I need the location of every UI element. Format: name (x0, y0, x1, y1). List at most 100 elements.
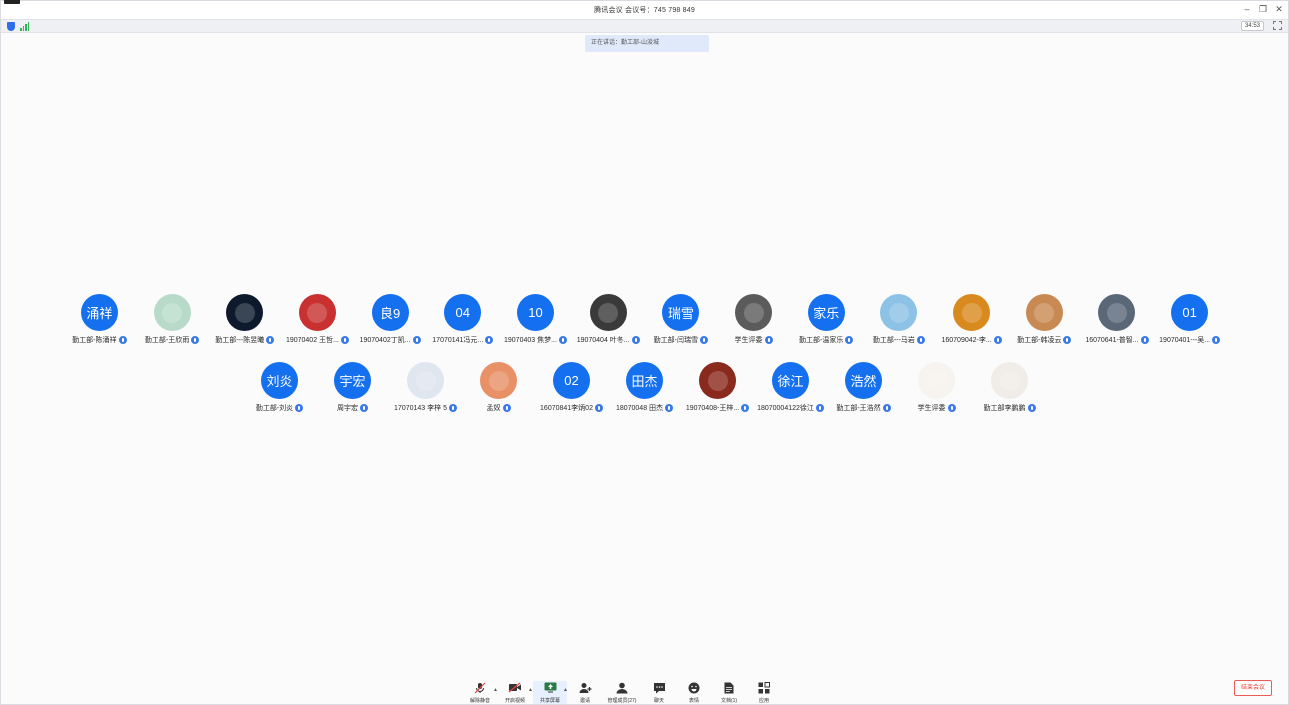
participant-avatar: 刘炎 (261, 362, 298, 399)
participant-name: 勤工部-闫瑞雪 (653, 337, 699, 344)
mic-status-icon (1063, 336, 1072, 344)
participant-tile[interactable]: 徐江 18070004122徐江 (754, 362, 827, 413)
document-icon (722, 681, 736, 694)
shield-icon[interactable] (7, 22, 15, 31)
chat-button[interactable]: 聊天 (642, 681, 676, 704)
participant-name-line: 勤工部-陈涌祥 (72, 335, 127, 345)
participant-avatar: 涌祥 (80, 294, 118, 331)
participant-name: 勤工部李鹏鹏 (983, 405, 1026, 412)
emoji-label: 表情 (688, 698, 699, 704)
participant-tile[interactable]: 10 19070403 焦梦... (499, 294, 572, 345)
participant-tile[interactable]: 勤工部---马岩 (863, 294, 936, 345)
title-bar: 腾讯会议 会议号：745 798 849 – ❐ ✕ (1, 0, 1288, 19)
participant-name-line: 18070048 田杰 (615, 403, 674, 413)
participant-tile[interactable]: 家乐 勤工部-温家乐 (790, 294, 863, 345)
window-controls: – ❐ ✕ (1242, 3, 1284, 15)
mic-status-icon (947, 404, 956, 412)
participant-tile[interactable]: 02 16070841李炳02 (535, 362, 608, 413)
avatar-picture-shape (162, 302, 183, 323)
manage-members-label: 管理成员(27) (607, 698, 637, 704)
restore-icon[interactable]: ❐ (1258, 3, 1268, 15)
start-video-label: 开启视频 (504, 698, 525, 704)
mic-status-icon (502, 404, 511, 412)
mic-status-icon (741, 404, 750, 412)
participant-name: 19070408-王梓... (685, 405, 740, 412)
participant-name: 160709042-李... (941, 337, 992, 344)
participant-name-line: 勤工部-韩凌云 (1017, 335, 1072, 345)
participant-tile[interactable]: 19070408-王梓... (681, 362, 754, 413)
participant-avatar-image (226, 294, 264, 331)
participant-tile[interactable]: 涌祥勤工部-陈涌祥 (63, 294, 136, 345)
participant-tile[interactable]: 160709042-李... (935, 294, 1008, 345)
participant-tile[interactable]: 浩然 勤工部-王浩然 (827, 362, 900, 413)
participant-avatar-image (407, 362, 444, 399)
participant-tile[interactable]: 01 19070401---吴... (1153, 294, 1226, 345)
participant-avatar: 02 (553, 362, 590, 399)
participant-tile[interactable]: 04 17070141冯元... (426, 294, 499, 345)
unmute-button[interactable]: 解除静音 ▲ (463, 681, 498, 704)
participant-tile[interactable]: 刘炎 勤工部-刘炎 (243, 362, 316, 413)
end-meeting-button[interactable]: 结束会议 (1234, 680, 1272, 696)
avatar-picture-shape (1106, 302, 1127, 323)
participant-name-line: 学生评委 (918, 403, 956, 413)
mic-status-icon (916, 336, 925, 344)
invite-button[interactable]: 邀请 (568, 681, 602, 704)
participant-tile[interactable]: 勤工部-王欣雨 (136, 294, 209, 345)
participant-avatar-image (880, 294, 918, 331)
avatar-picture-shape (888, 302, 909, 323)
mic-status-icon (1027, 404, 1036, 412)
share-screen-button[interactable]: 共享屏幕 ▲ (533, 681, 568, 704)
avatar-picture-shape (1034, 302, 1055, 323)
participant-name: 19070402 王哲... (285, 337, 339, 344)
participant-tile[interactable]: 瑞雪 勤工部-闫瑞雪 (645, 294, 718, 345)
participant-tile[interactable]: 田杰 18070048 田杰 (608, 362, 681, 413)
participant-tile[interactable]: 19070402 王哲... (281, 294, 354, 345)
apps-label: 应用 (758, 698, 769, 704)
mic-status-icon (412, 336, 421, 344)
documents-label: 文档(1) (720, 698, 738, 704)
participant-name: 学生评委 (734, 337, 763, 344)
participant-tile[interactable]: 17070143 李梓 5 (389, 362, 462, 413)
participant-avatar: 宇宏 (334, 362, 371, 399)
avatar-picture-shape (961, 302, 982, 323)
participant-avatar: 10 (516, 294, 554, 331)
participant-avatar-image (480, 362, 517, 399)
participant-tile[interactable]: 良9 19070402丁凯... (354, 294, 427, 345)
participant-tile[interactable]: 学生评委 (717, 294, 790, 345)
participant-row-1: 涌祥 勤工部-陈涌祥 勤工部-王欣雨 勤工部---陈昱曦 19070402 王哲... 良… (1, 294, 1288, 345)
manage-members-button[interactable]: 管理成员(27) (603, 681, 641, 704)
participant-name: 19070404 叶冬... (576, 337, 630, 344)
fullscreen-icon[interactable] (1273, 21, 1282, 30)
close-icon[interactable]: ✕ (1274, 3, 1284, 15)
participant-name-line: 孟奴 (487, 403, 511, 413)
avatar-picture-shape (743, 302, 764, 323)
start-video-button[interactable]: 开启视频 ▲ (498, 681, 533, 704)
documents-button[interactable]: 文档(1) (712, 681, 746, 704)
participant-name: 勤工部-陈涌祥 (72, 337, 117, 344)
participant-avatar: 良9 (371, 294, 409, 331)
signal-icon[interactable] (20, 22, 29, 31)
participant-name-line: 勤工部---陈昱曦 (215, 335, 275, 345)
participant-tile[interactable]: 孟奴 (462, 362, 535, 413)
participant-tile[interactable]: 勤工部李鹏鹏 (973, 362, 1046, 413)
participant-tile[interactable]: 勤工部-韩凌云 (1008, 294, 1081, 345)
avatar-picture-shape (234, 302, 255, 323)
participant-tile[interactable]: 19070404 叶冬... (572, 294, 645, 345)
mic-status-icon (764, 336, 773, 344)
participant-name: 17070141冯元... (432, 337, 484, 344)
app-corner-mark (4, 0, 20, 4)
emoji-button[interactable]: 表情 (677, 681, 711, 704)
participant-name: 18070048 田杰 (615, 405, 664, 412)
participant-name-line: 19070401---吴... (1159, 335, 1221, 345)
meeting-info-bar: 34:53 (1, 19, 1288, 33)
apps-button[interactable]: 应用 (747, 681, 781, 704)
participant-tile[interactable]: 16070641-普智... (1081, 294, 1154, 345)
meeting-toolbar: 解除静音 ▲ 开启视频 ▲ 共享屏幕 ▲ 邀请 管理成员(27) 聊天 表情 文… (463, 674, 782, 704)
mic-status-icon (665, 404, 674, 412)
participant-tile[interactable]: 宇宏 周宇宏 (316, 362, 389, 413)
minimize-icon[interactable]: – (1242, 3, 1252, 15)
mic-status-icon (485, 336, 494, 344)
participant-tile[interactable]: 勤工部---陈昱曦 (208, 294, 281, 345)
mic-status-icon (558, 336, 567, 344)
participant-tile[interactable]: 学生评委 (900, 362, 973, 413)
